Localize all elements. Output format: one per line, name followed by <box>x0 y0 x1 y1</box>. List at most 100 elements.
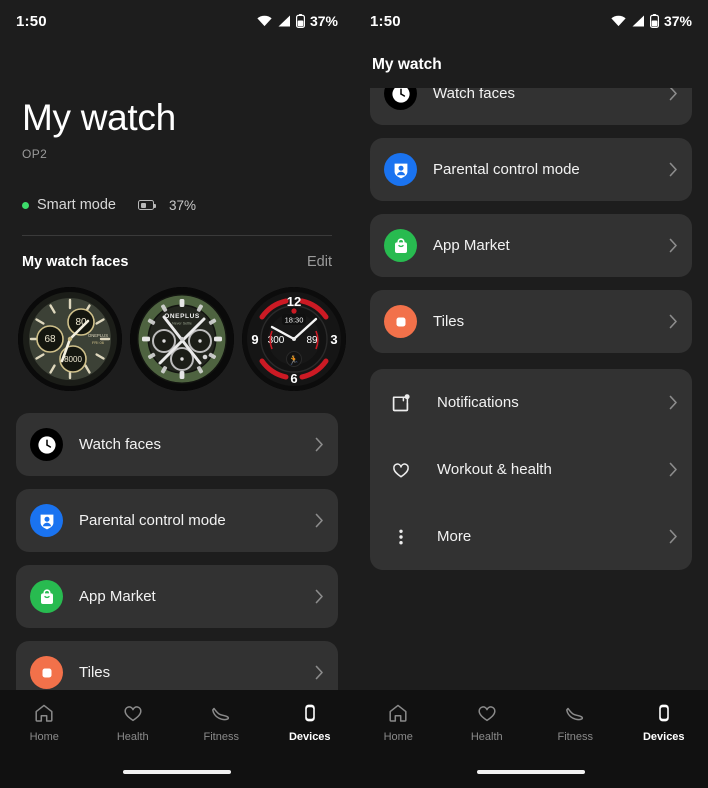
wifi-icon <box>611 15 626 27</box>
svg-text:8000: 8000 <box>64 355 82 364</box>
device-model-label: OP2 <box>22 147 48 161</box>
list-item-label: App Market <box>79 588 156 605</box>
edit-watch-faces-button[interactable]: Edit <box>307 254 332 270</box>
svg-text:18:30: 18:30 <box>285 315 304 324</box>
list-item-app-market[interactable]: App Market <box>16 565 338 628</box>
status-bar-clock: 1:50 <box>370 12 401 30</box>
nav-item-health[interactable]: Health <box>89 702 178 743</box>
shoe-icon <box>566 707 584 721</box>
nav-item-fitness[interactable]: Fitness <box>531 702 620 743</box>
watch-face-olive-chrono[interactable]: 80 68 8000 ONEPLUS FRI 06 <box>18 286 122 391</box>
list-item-workout-health[interactable]: Workout & health <box>370 436 692 503</box>
chevron-right-icon <box>669 395 677 410</box>
nav-label: Fitness <box>557 731 593 743</box>
list-item-label: Watch faces <box>79 436 161 453</box>
home-indicator <box>123 770 231 774</box>
bottom-navigation-bar[interactable]: Home Health Fitness Devices <box>0 690 354 788</box>
list-item-watch-faces[interactable]: Watch faces <box>16 413 338 476</box>
watch-icon <box>304 704 315 722</box>
menu-card-watch-faces[interactable]: Watch faces <box>16 413 338 476</box>
status-bar-icons: 37% <box>257 13 338 29</box>
nav-item-home[interactable]: Home <box>354 702 443 743</box>
chevron-right-icon <box>669 162 677 177</box>
watch-faces-carousel[interactable]: 80 68 8000 ONEPLUS FRI 06 ONEPLUS Never … <box>0 270 354 393</box>
list-item-label: Workout & health <box>437 461 552 478</box>
dual-screenshot-container: 1:50 37% My watch OP2 Smart mode 37% My … <box>0 0 708 788</box>
list-item-label: Parental control mode <box>433 161 580 178</box>
battery-icon <box>649 14 659 28</box>
list-item-tiles[interactable]: Tiles <box>370 290 692 353</box>
status-bar-battery-percent: 37% <box>663 13 692 29</box>
list-item-label: More <box>437 528 472 545</box>
list-item-more[interactable]: More <box>370 503 692 570</box>
watch-icon <box>658 704 669 722</box>
menu-card-parental-control[interactable]: Parental control mode <box>16 489 338 552</box>
nav-label: Home <box>383 731 413 743</box>
page-title: My watch <box>22 97 176 138</box>
menu-card-app-market[interactable]: App Market <box>370 214 692 277</box>
sticky-page-title: My watch <box>354 42 708 88</box>
bottom-navigation-bar[interactable]: Home Health Fitness Devices <box>354 690 708 788</box>
notification-square-icon <box>388 386 414 419</box>
svg-text:12: 12 <box>287 294 301 309</box>
device-status-row: Smart mode 37% <box>22 197 332 213</box>
svg-text:6: 6 <box>290 371 297 386</box>
home-icon <box>35 704 53 722</box>
status-bar: 1:50 37% <box>354 0 708 42</box>
chevron-right-icon <box>315 589 323 604</box>
shoe-icon <box>212 707 230 721</box>
list-item-parental-control-mode[interactable]: Parental control mode <box>370 138 692 201</box>
list-item-label: App Market <box>433 237 510 254</box>
watch-face-red-sport[interactable]: 12 3 6 9 18:30 300 89 🏃 <box>242 286 346 391</box>
more-vertical-icon <box>388 520 414 553</box>
left-phone-screen: 1:50 37% My watch OP2 Smart mode 37% My … <box>0 0 354 788</box>
nav-item-devices[interactable]: Devices <box>266 702 355 743</box>
watch-faces-title: My watch faces <box>22 254 129 270</box>
list-item-label: Parental control mode <box>79 512 226 529</box>
chevron-right-icon <box>315 437 323 452</box>
svg-text:ONEPLUS: ONEPLUS <box>88 333 108 338</box>
svg-text:Never Settle: Never Settle <box>172 321 192 325</box>
svg-text:3: 3 <box>330 332 337 347</box>
chevron-right-icon <box>669 462 677 477</box>
watch-face-green-oneplus[interactable]: ONEPLUS Never Settle <box>130 286 234 391</box>
cellular-signal-icon <box>632 15 644 27</box>
shopping-bag-icon <box>30 580 63 613</box>
nav-item-home[interactable]: Home <box>0 702 89 743</box>
watch-hero: My watch OP2 Smart mode 37% <box>0 97 354 213</box>
list-item-label: Tiles <box>79 664 111 681</box>
home-indicator <box>477 770 585 774</box>
watch-faces-header: My watch faces Edit <box>0 236 354 270</box>
list-item-notifications[interactable]: Notifications <box>370 369 692 436</box>
person-shield-icon <box>30 504 63 537</box>
heart-icon <box>388 453 414 486</box>
menu-card-parental-control[interactable]: Parental control mode <box>370 138 692 201</box>
list-item-parental-control-mode[interactable]: Parental control mode <box>16 489 338 552</box>
status-bar-clock: 1:50 <box>16 12 47 30</box>
list-item-app-market[interactable]: App Market <box>370 214 692 277</box>
nav-label: Health <box>116 731 149 743</box>
svg-text:FRI 06: FRI 06 <box>92 340 105 345</box>
nav-label: Fitness <box>203 731 239 743</box>
watch-battery-icon <box>137 200 157 210</box>
svg-text:68: 68 <box>44 334 56 345</box>
heart-icon <box>478 706 496 722</box>
nav-item-health[interactable]: Health <box>443 702 532 743</box>
menu-card-grouped[interactable]: Notifications Workout & health More <box>370 369 692 570</box>
person-shield-icon <box>384 153 417 186</box>
nav-item-fitness[interactable]: Fitness <box>177 702 266 743</box>
svg-text:🏃: 🏃 <box>288 354 299 365</box>
status-dot-icon <box>22 201 29 209</box>
heart-icon <box>124 706 142 722</box>
chevron-right-icon <box>669 529 677 544</box>
nav-item-devices[interactable]: Devices <box>620 702 708 743</box>
list-item-label: Tiles <box>433 313 465 330</box>
shopping-bag-icon <box>384 229 417 262</box>
list-item-label: Notifications <box>437 394 519 411</box>
menu-card-tiles[interactable]: Tiles <box>370 290 692 353</box>
clock-icon <box>30 428 63 461</box>
cellular-signal-icon <box>278 15 290 27</box>
menu-card-app-market[interactable]: App Market <box>16 565 338 628</box>
chevron-right-icon <box>669 238 677 253</box>
right-settings-list: Watch faces Parental control mode App Ma… <box>354 62 708 570</box>
